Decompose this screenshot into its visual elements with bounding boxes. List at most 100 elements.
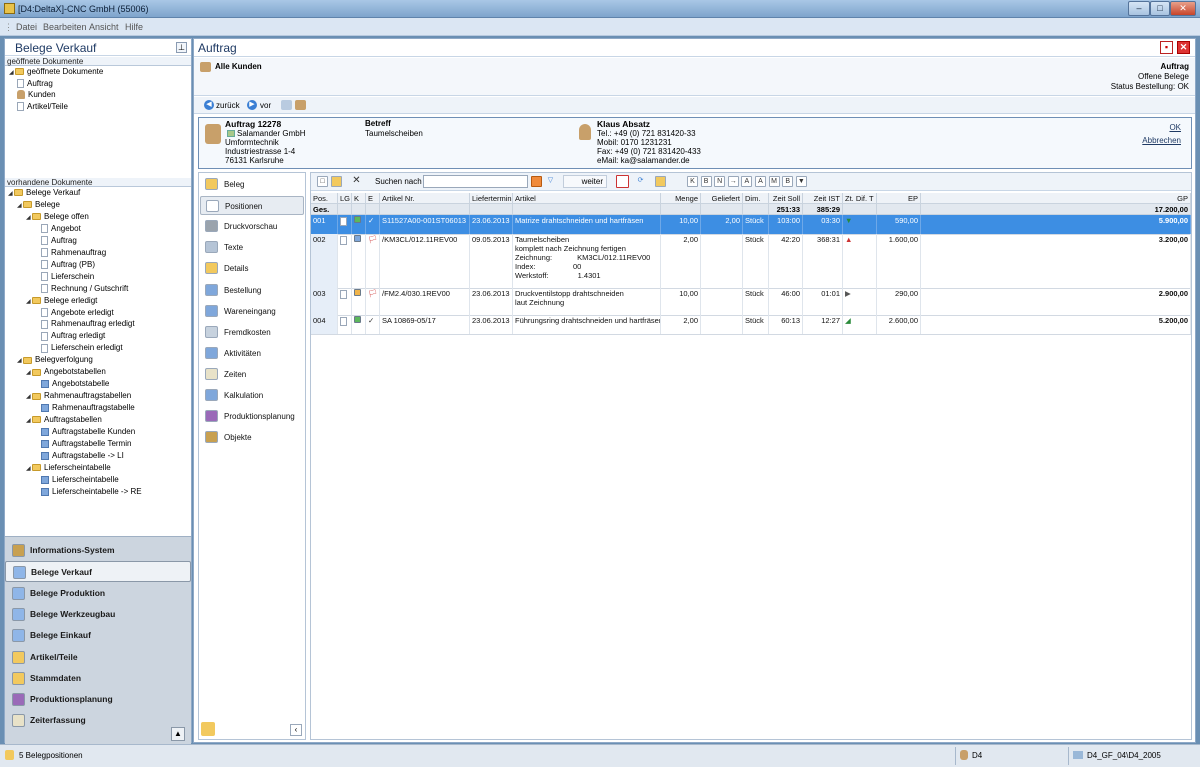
column-header[interactable]: Menge [661,193,701,204]
cancel-link[interactable]: Abbrechen [1142,136,1181,145]
column-header[interactable]: Dim. [743,193,769,204]
column-header[interactable]: Liefertermin [470,193,513,204]
tree-item[interactable]: Auftragstabelle Kunden [41,426,135,438]
tree-item[interactable]: Rahmenauftrag erledigt [41,318,135,330]
module-nav-item[interactable]: Informations-System [5,540,191,561]
tree-item[interactable]: Lieferscheintabelle [41,474,119,486]
section-nav-item[interactable]: Bestellung [200,281,304,300]
module-nav-item[interactable]: Belege Verkauf [5,561,191,583]
tree-item[interactable]: Rahmenauftrag [41,247,106,259]
section-nav-item[interactable]: Druckvorschau [200,217,304,236]
table-row[interactable]: 003 🏳/FM2.4/030.1REV00 23.06.2013 Druckvent… [311,288,1191,315]
column-header[interactable]: LG [338,193,352,204]
tree-item[interactable]: Angebotstabelle [41,378,109,390]
collapse-nav-icon[interactable]: ‹ [290,724,302,736]
minimize-doc-icon[interactable]: ▪ [1160,41,1173,54]
module-nav-item[interactable]: Zeiterfassung [5,710,191,731]
close-button[interactable]: ✕ [1170,1,1196,16]
column-header[interactable]: Geliefert [701,193,743,204]
section-nav-item[interactable]: Beleg [200,175,304,194]
section-nav-item[interactable]: Zeiten [200,365,304,384]
folder-footer-icon[interactable] [201,722,215,736]
module-nav-item[interactable]: Belege Produktion [5,583,191,604]
module-nav-item[interactable]: Artikel/Teile [5,647,191,668]
tree-item[interactable]: Auftragstabelle Termin [41,438,131,450]
tree-item[interactable]: Auftrag erledigt [41,330,105,342]
menu-ansicht[interactable]: Ansicht [89,22,119,32]
tree-item[interactable]: ◢ Belegverfolgung [17,354,93,366]
menu-hilfe[interactable]: Hilfe [125,22,143,32]
section-nav-item[interactable]: Aktivitäten [200,344,304,363]
section-nav-item[interactable]: Wareneingang [200,302,304,321]
column-header[interactable]: Pos. [311,193,338,204]
tree-item[interactable]: ◢ Lieferscheintabelle [26,462,111,474]
opened-doc-item[interactable]: Kunden [17,89,56,101]
minimize-button[interactable]: – [1128,1,1150,16]
close-doc-icon[interactable]: ✕ [1177,41,1190,54]
module-nav-item[interactable]: Produktionsplanung [5,689,191,710]
table-cell [352,215,366,234]
tree-item[interactable]: Lieferschein erledigt [41,342,123,354]
sum-cell: 385:29 [803,204,843,215]
table-row[interactable]: 001 ✓ S11527A00-001ST06013 23.06.2013 Matriz… [311,215,1191,234]
section-nav-label: Positionen [225,202,263,212]
table-cell [701,288,743,315]
forward-icon[interactable]: ▶ [247,100,257,110]
column-header[interactable]: Zeit Soll [769,193,803,204]
column-header[interactable]: Zeit IST [803,193,843,204]
tree-item[interactable]: Lieferscheintabelle -> RE [41,486,142,498]
tree-item[interactable]: Auftragstabelle -> LI [41,450,124,462]
tree-item[interactable]: Auftrag [41,235,77,247]
tree-item[interactable]: Auftrag (PB) [41,259,95,271]
section-nav-item[interactable]: Produktionsplanung [200,407,304,426]
address-line-1: Salamander GmbH [237,129,306,138]
column-header[interactable]: K [352,193,366,204]
tree-item[interactable]: ◢ Rahmenauftragstabellen [26,390,131,402]
contacts-icon[interactable] [295,100,306,110]
table-cell [338,288,352,315]
opened-doc-item[interactable]: ◢ geöffnete Dokumente [9,66,103,78]
column-header[interactable]: E [366,193,380,204]
column-header[interactable]: GP [921,193,1191,204]
section-nav-item[interactable]: Details [200,259,304,278]
tree-item[interactable]: ◢ Angebotstabellen [26,366,106,378]
tree-item[interactable]: Angebote erledigt [41,307,114,319]
column-header[interactable]: Artikel [513,193,661,204]
section-nav-item[interactable]: Texte [200,238,304,257]
opened-doc-item[interactable]: Auftrag [17,78,53,90]
menu-bearbeiten[interactable]: Bearbeiten [43,22,87,32]
table-row[interactable]: 004 ✓ SA 10869-05/17 23.06.2013 Führungsring… [311,315,1191,334]
tree-item[interactable]: ◢ Auftragstabellen [26,414,102,426]
section-nav-item[interactable]: Objekte [200,428,304,447]
opened-doc-item[interactable]: Artikel/Teile [17,101,68,113]
collapse-icon[interactable]: ▲ [171,727,185,741]
tree-item[interactable]: ◢ Belege [17,199,60,211]
tree-item[interactable]: ◢ Belege offen [26,211,89,223]
section-nav-item[interactable]: Positionen [200,196,304,216]
module-nav-item[interactable]: Belege Einkauf [5,625,191,646]
section-nav-item[interactable]: Fremdkosten [200,323,304,342]
tree-item[interactable]: ◢ Belege Verkauf [8,187,80,199]
forward-button[interactable]: vor [260,101,271,110]
module-nav-item[interactable]: Belege Werkzeugbau [5,604,191,625]
column-header[interactable]: EP [877,193,921,204]
link-icon[interactable] [281,100,292,110]
table-row[interactable]: 002 🏳/KM3CL/012.11REV00 09.05.2013 Taumelsc… [311,234,1191,288]
menu-datei[interactable]: Datei [16,22,37,32]
column-header[interactable]: Artikel Nr. [380,193,470,204]
tree-item[interactable]: ◢ Belege erledigt [26,295,97,307]
maximize-button[interactable]: □ [1150,1,1170,16]
column-header[interactable]: Zt. Dif. T [843,193,877,204]
module-nav-item[interactable]: Stammdaten [5,668,191,689]
ok-link[interactable]: OK [1169,123,1181,132]
tree-item[interactable]: Angebot [41,223,81,235]
pin-icon[interactable]: ⊥ [176,42,187,53]
tree-item[interactable]: Lieferschein [41,271,94,283]
back-icon[interactable]: ◀ [204,100,214,110]
back-button[interactable]: zurück [216,101,240,110]
tree-item[interactable]: Rechnung / Gutschrift [41,283,128,295]
sum-cell: 251:33 [769,204,803,215]
article-text-line: komplett nach Zeichnung fertigen [515,244,626,253]
tree-item[interactable]: Rahmenauftragstabelle [41,402,135,414]
section-nav-item[interactable]: Kalkulation [200,386,304,405]
